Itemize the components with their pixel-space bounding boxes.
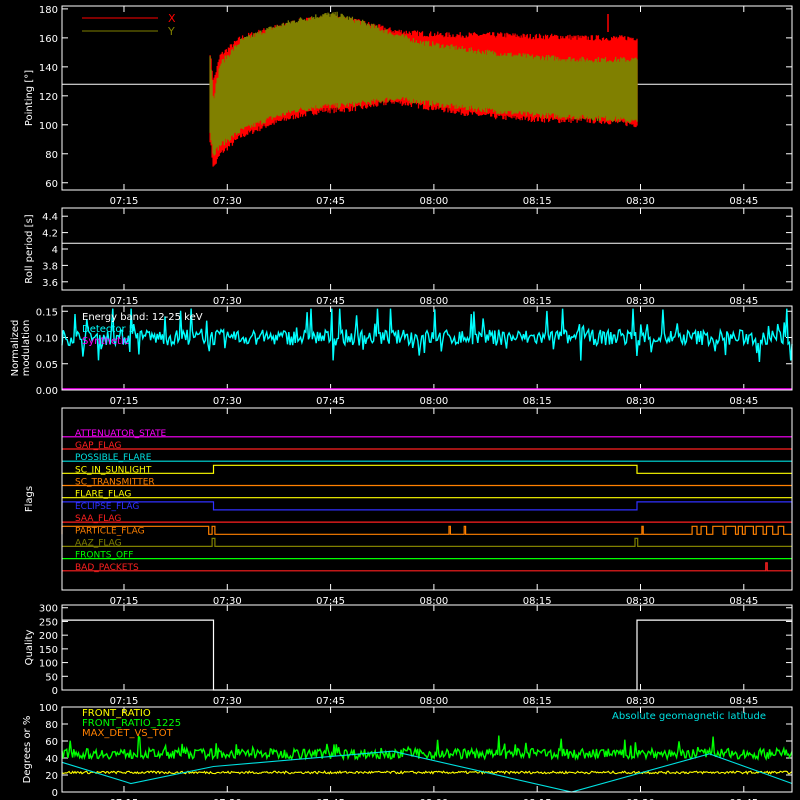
annotation-label: Energy band: 12-25 keV [82,312,203,323]
x-tick-label: 07:15 [110,196,139,207]
annotation-label: Synthetic [82,336,129,347]
y-axis-label: Pointing [°] [24,70,35,126]
x-tick-label: 08:30 [626,396,655,407]
y-tick-label: 3.8 [42,261,58,272]
y-axis-label: Roll period [s] [24,214,35,283]
y-tick-label: 0.10 [36,334,58,345]
y-tick-label: 4.4 [42,212,58,223]
x-tick-label: 08:15 [523,696,552,707]
y-tick-label: 80 [45,720,58,731]
x-tick-label: 08:15 [523,296,552,307]
y-tick-label: 3.6 [42,278,58,289]
y-tick-label: 100 [39,659,58,670]
x-tick-label: 08:30 [626,196,655,207]
figure: 07:15 07:30 07:45 08:00 08:15 08:30 08:45 Point… [0,0,800,800]
legend-label-y: Y [167,25,175,38]
y-tick-label: 180 [39,5,58,16]
x-tick-label: 07:45 [316,396,345,407]
y-tick-label: 0.00 [36,386,58,397]
y-tick-label: 20 [45,771,58,782]
legend-label-latitude: Absolute geomagnetic latitude [612,711,766,722]
annotation-label: Detector 5 [82,324,135,335]
y-axis-label: Quality [24,630,35,666]
x-tick-label: 08:30 [626,696,655,707]
flag-label: PARTICLE_FLAG [75,526,145,536]
x-tick-label: 08:00 [419,396,448,407]
y-tick-label: 140 [39,63,58,74]
y-tick-label: 0 [52,686,58,697]
flag-label: ECLIPSE_FLAG [75,502,139,512]
y-tick-label: 60 [45,737,58,748]
y-axis-label: Flags [24,486,35,512]
y-tick-label: 150 [39,645,58,656]
y-axis-label: Normalized [10,320,21,377]
x-tick-label: 08:45 [729,696,758,707]
y-tick-label: 120 [39,92,58,103]
y-tick-label: 100 [39,121,58,132]
x-tick-label: 07:15 [110,396,139,407]
x-tick-label: 07:30 [213,196,242,207]
y-tick-label: 4 [52,245,58,256]
legend-label: MAX_DET_VS_TOT [82,728,174,739]
x-tick-label: 07:15 [110,696,139,707]
x-tick-label: 08:00 [419,196,448,207]
y-tick-label: 300 [39,604,58,615]
y-tick-label: 0.05 [36,360,58,371]
y-tick-label: 160 [39,34,58,45]
y-tick-label: 250 [39,617,58,628]
x-tick-label: 08:30 [626,296,655,307]
y-tick-label: 50 [45,672,58,683]
y-tick-label: 200 [39,631,58,642]
x-tick-label: 07:45 [316,696,345,707]
x-tick-label: 07:30 [213,396,242,407]
x-tick-label: 07:30 [213,296,242,307]
legend-label-x: X [168,12,176,25]
y-axis-label: Degrees or % [22,716,33,784]
x-tick-label: 07:45 [316,196,345,207]
x-tick-label: 08:00 [419,696,448,707]
y-tick-label: 0 [52,788,58,799]
y-tick-label: 80 [45,150,58,161]
x-tick-label: 08:45 [729,196,758,207]
x-tick-label: 08:15 [523,396,552,407]
x-tick-label: 08:45 [729,296,758,307]
y-tick-label: 0.15 [36,307,58,318]
y-axis-label: modulation [21,320,32,377]
x-tick-label: 08:45 [729,396,758,407]
x-tick-label: 08:00 [419,296,448,307]
x-tick-label: 08:15 [523,196,552,207]
x-tick-label: 07:30 [213,696,242,707]
x-tick-label: 07:15 [110,296,139,307]
y-tick-label: 100 [39,703,58,714]
y-tick-label: 40 [45,754,58,765]
y-tick-label: 60 [45,179,58,190]
y-tick-label: 4.2 [42,229,58,240]
x-tick-label: 07:45 [316,296,345,307]
